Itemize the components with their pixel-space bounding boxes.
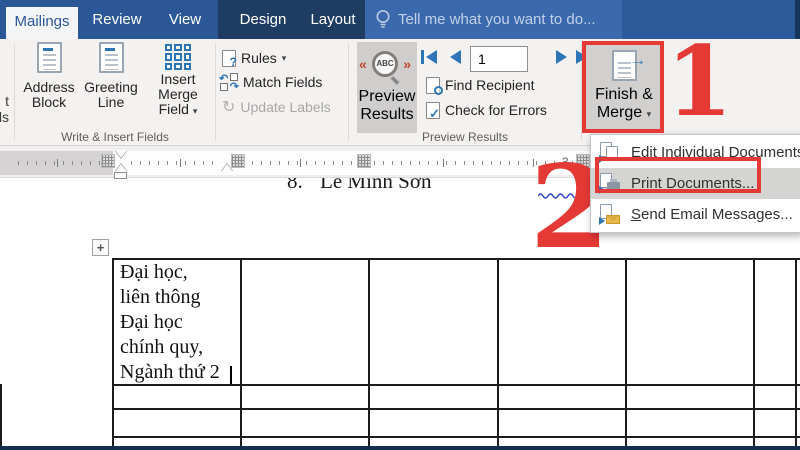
dropdown-caret-icon: ▾ xyxy=(282,53,287,64)
tab-view[interactable]: View xyxy=(158,0,212,39)
address-block-label: Address xyxy=(23,79,74,95)
address-block-icon xyxy=(37,42,62,73)
match-fields-label: Match Fields xyxy=(243,74,322,90)
preview-results-toggle[interactable]: « ABC » Preview Results xyxy=(357,42,417,133)
table-move-handle[interactable]: + xyxy=(92,239,109,256)
table-border xyxy=(0,384,2,446)
greeting-line-label: Greeting xyxy=(84,79,138,95)
tab-layout[interactable]: Layout xyxy=(302,0,364,39)
annotation-box-step1 xyxy=(582,41,664,133)
table-border xyxy=(112,408,800,410)
update-labels-button: ↻ Update Labels xyxy=(222,97,331,117)
check-for-errors-icon: ✓ xyxy=(426,102,440,119)
rules-label: Rules xyxy=(241,50,277,66)
table-column-marker[interactable] xyxy=(231,154,245,168)
find-recipient-icon xyxy=(426,77,440,94)
table-column-marker[interactable] xyxy=(101,154,115,168)
group-separator xyxy=(348,44,349,140)
group-label-preview-results: Preview Results xyxy=(380,130,550,144)
left-indent-marker[interactable] xyxy=(114,172,127,179)
tab-mailings[interactable]: Mailings xyxy=(6,7,78,39)
clipped-button-fragment: t xyxy=(0,93,10,110)
update-labels-icon: ↻ xyxy=(222,97,235,117)
next-record-button[interactable] xyxy=(556,50,567,64)
table-border xyxy=(368,258,370,446)
send-email-icon xyxy=(599,204,621,225)
record-number-input[interactable] xyxy=(470,46,528,72)
lightbulb-icon xyxy=(375,9,391,35)
first-record-button[interactable] xyxy=(421,50,437,64)
annotation-box-step2 xyxy=(595,157,761,193)
table-border xyxy=(795,258,797,446)
annotation-number-1: 1 xyxy=(666,34,733,130)
tab-review[interactable]: Review xyxy=(84,0,150,39)
check-for-errors-label: Check for Errors xyxy=(445,102,547,118)
window-bottom-edge xyxy=(0,446,800,450)
document-heading-text: Lê Minh Sơn xyxy=(320,178,431,194)
tellme-search[interactable]: Tell me what you want to do... xyxy=(398,0,596,39)
greeting-line-icon xyxy=(99,42,124,73)
table-border xyxy=(112,436,800,438)
table-border xyxy=(625,258,627,446)
find-recipient-label: Find Recipient xyxy=(445,77,535,93)
rules-icon: ? xyxy=(222,50,236,67)
greeting-line-button[interactable]: Greeting Line xyxy=(80,42,142,134)
tabbar-edge xyxy=(795,0,800,39)
table-column-marker[interactable] xyxy=(357,154,371,168)
text-cursor xyxy=(230,366,232,384)
insert-merge-field-label: Insert Merge xyxy=(158,71,198,102)
group-separator xyxy=(14,44,15,140)
table-cell-text[interactable]: Đại học, liên thông Đại học chính quy, N… xyxy=(120,260,234,385)
insert-merge-field-button[interactable]: Insert Merge Field ▾ xyxy=(140,42,216,134)
menu-item-send-email-messages[interactable]: Send Email Messages... xyxy=(591,199,800,230)
table-border xyxy=(112,258,114,446)
clipped-button-fragment: ds xyxy=(0,109,10,126)
first-line-indent-marker[interactable] xyxy=(115,150,127,158)
group-label-write-insert-fields: Write & Insert Fields xyxy=(25,130,205,144)
preview-results-icon: « ABC » xyxy=(357,48,413,88)
hanging-indent-marker[interactable] xyxy=(115,164,127,172)
find-recipient-button[interactable]: Find Recipient xyxy=(426,75,535,95)
match-fields-icon: ↶↷ xyxy=(220,73,238,91)
check-for-errors-button[interactable]: ✓ Check for Errors xyxy=(426,100,547,120)
match-fields-button[interactable]: ↶↷ Match Fields xyxy=(220,72,322,92)
previous-record-button[interactable] xyxy=(450,50,461,64)
word-window: Mailings Review View Design Layout Tell … xyxy=(0,0,800,450)
right-indent-marker[interactable] xyxy=(221,164,233,172)
rules-button[interactable]: ? Rules ▾ xyxy=(222,48,286,68)
insert-merge-field-icon xyxy=(165,44,192,70)
tab-design[interactable]: Design xyxy=(226,0,300,39)
table-border xyxy=(753,258,755,446)
list-number: 8. xyxy=(287,178,303,194)
address-block-button[interactable]: Address Block xyxy=(18,42,80,134)
table-border xyxy=(497,258,499,446)
preview-results-label: Preview xyxy=(359,88,416,105)
update-labels-label: Update Labels xyxy=(240,99,330,115)
dropdown-caret-icon: ▾ xyxy=(193,106,198,116)
table-border xyxy=(240,258,242,446)
